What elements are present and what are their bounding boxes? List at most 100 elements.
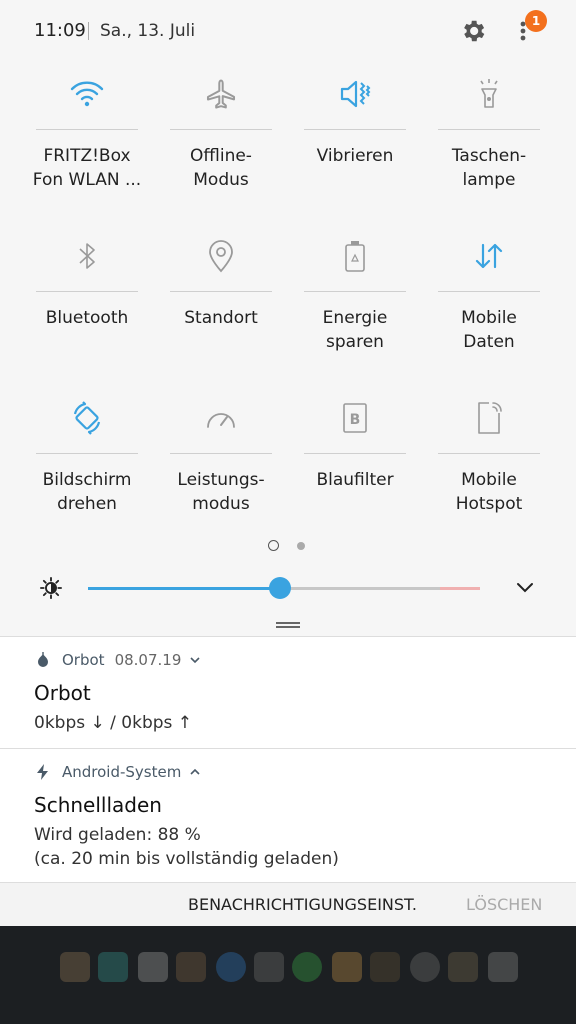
app-icon[interactable] xyxy=(292,952,322,982)
date: Sa., 13. Juli xyxy=(100,21,196,41)
chevron-up-icon[interactable] xyxy=(189,766,201,778)
clear-button[interactable]: LÖSCHEN xyxy=(466,895,542,914)
tile-row: Bildschirm drehen Leistungs- modus B Bla… xyxy=(20,386,556,548)
svg-text:B: B xyxy=(350,412,361,428)
notification-header: Orbot 08.07.19 xyxy=(34,651,201,669)
notification-app-name: Android-System xyxy=(62,763,182,781)
hotspot-icon xyxy=(469,398,509,438)
tile-blue-filter[interactable]: B Blaufilter xyxy=(288,386,422,548)
mobile-data-icon xyxy=(469,236,509,276)
notification-text: Wird geladen: 88 % (ca. 20 min bis volls… xyxy=(34,825,339,869)
tile-mobile-data[interactable]: Mobile Daten xyxy=(422,224,556,386)
brightness-fill xyxy=(88,587,281,590)
notification-panel: 11:09 Sa., 13. Juli 1 FRITZ!Box Fon WLAN… xyxy=(0,0,576,926)
tile-vibrate[interactable]: Vibrieren xyxy=(288,62,422,224)
notification-android-system[interactable]: Android-System Schnellladen Wird geladen… xyxy=(0,748,576,882)
location-icon xyxy=(201,236,241,276)
bluetooth-icon xyxy=(67,236,107,276)
notification-text: 0kbps ↓ / 0kbps ↑ xyxy=(34,713,193,733)
tile-label: Mobile Daten xyxy=(461,308,517,352)
performance-icon xyxy=(201,398,241,438)
notification-header: Android-System xyxy=(34,763,201,781)
lightning-icon xyxy=(37,764,48,780)
tile-auto-rotate[interactable]: Bildschirm drehen xyxy=(20,386,154,548)
tile-divider xyxy=(438,129,540,130)
notification-app-name: Orbot xyxy=(62,651,105,669)
app-icon[interactable] xyxy=(410,952,440,982)
tile-label: Taschen- lampe xyxy=(451,146,527,190)
page-indicator xyxy=(268,540,316,552)
page-dot-active[interactable] xyxy=(268,540,279,551)
tile-divider xyxy=(36,453,138,454)
app-icon[interactable] xyxy=(176,952,206,982)
tile-label: Energie sparen xyxy=(322,308,388,352)
tile-row: Bluetooth Standort Energie sparen Mobile… xyxy=(20,224,556,386)
app-icon[interactable] xyxy=(60,952,90,982)
tile-divider xyxy=(170,291,272,292)
tile-label: Bildschirm drehen xyxy=(42,470,132,514)
airplane-icon xyxy=(201,74,241,114)
app-icon[interactable] xyxy=(98,952,128,982)
vibrate-icon xyxy=(335,74,375,114)
rotate-icon xyxy=(67,398,107,438)
tile-flashlight[interactable]: Taschen- lampe xyxy=(422,62,556,224)
tile-label: Mobile Hotspot xyxy=(455,470,523,514)
tile-label: Standort xyxy=(184,308,258,328)
drag-handle[interactable] xyxy=(276,622,300,630)
tile-label: Offline- Modus xyxy=(190,146,252,190)
divider xyxy=(88,22,89,40)
brightness-icon[interactable] xyxy=(40,577,62,599)
tile-location[interactable]: Standort xyxy=(154,224,288,386)
notification-title: Orbot xyxy=(34,681,91,705)
tile-hotspot[interactable]: Mobile Hotspot xyxy=(422,386,556,548)
chevron-down-icon[interactable] xyxy=(514,579,536,597)
notification-actions: BENACHRICHTIGUNGSEINST. LÖSCHEN xyxy=(0,882,576,926)
home-screen-dock xyxy=(0,926,576,1024)
tile-divider xyxy=(304,129,406,130)
flashlight-icon xyxy=(469,74,509,114)
gear-icon[interactable] xyxy=(459,17,487,45)
app-icon[interactable] xyxy=(216,952,246,982)
tile-divider xyxy=(170,453,272,454)
status-row: 11:09 Sa., 13. Juli 1 xyxy=(0,0,576,62)
chevron-down-icon[interactable] xyxy=(189,654,201,666)
brightness-row xyxy=(0,568,576,608)
wifi-icon xyxy=(67,74,107,114)
tile-label: Leistungs- modus xyxy=(177,470,265,514)
tile-divider xyxy=(36,129,138,130)
tile-label: Bluetooth xyxy=(45,308,129,328)
onion-icon xyxy=(38,652,48,667)
tile-divider xyxy=(438,291,540,292)
tile-label: Vibrieren xyxy=(316,146,394,166)
clock: 11:09 xyxy=(34,20,86,41)
tile-divider xyxy=(304,453,406,454)
app-icon[interactable] xyxy=(488,952,518,982)
brightness-thumb[interactable] xyxy=(269,577,292,599)
tile-label: FRITZ!Box Fon WLAN ... xyxy=(32,146,142,190)
tile-divider xyxy=(36,291,138,292)
battery-saver-icon xyxy=(335,236,375,276)
notification-orbot[interactable]: Orbot 08.07.19 Orbot 0kbps ↓ / 0kbps ↑ xyxy=(0,636,576,748)
notification-time: 08.07.19 xyxy=(114,651,182,669)
tile-divider xyxy=(438,453,540,454)
app-icon[interactable] xyxy=(138,952,168,982)
tile-wifi[interactable]: FRITZ!Box Fon WLAN ... xyxy=(20,62,154,224)
page-dot[interactable] xyxy=(297,542,305,550)
tile-divider xyxy=(304,291,406,292)
tile-bluetooth[interactable]: Bluetooth xyxy=(20,224,154,386)
tile-row: FRITZ!Box Fon WLAN ... Offline- Modus Vi… xyxy=(20,62,556,224)
tile-divider xyxy=(170,129,272,130)
quick-settings-grid: FRITZ!Box Fon WLAN ... Offline- Modus Vi… xyxy=(20,62,556,548)
tile-airplane[interactable]: Offline- Modus xyxy=(154,62,288,224)
tile-label: Blaufilter xyxy=(316,470,394,490)
app-icon[interactable] xyxy=(448,952,478,982)
app-drawer-icon[interactable] xyxy=(254,952,284,982)
app-icon[interactable] xyxy=(370,952,400,982)
notification-settings-button[interactable]: BENACHRICHTIGUNGSEINST. xyxy=(188,895,417,914)
app-icon[interactable] xyxy=(332,952,362,982)
notification-badge: 1 xyxy=(525,10,547,32)
tile-battery-saver[interactable]: Energie sparen xyxy=(288,224,422,386)
tile-performance[interactable]: Leistungs- modus xyxy=(154,386,288,548)
blue-filter-icon: B xyxy=(335,398,375,438)
brightness-warning-zone xyxy=(440,587,480,590)
